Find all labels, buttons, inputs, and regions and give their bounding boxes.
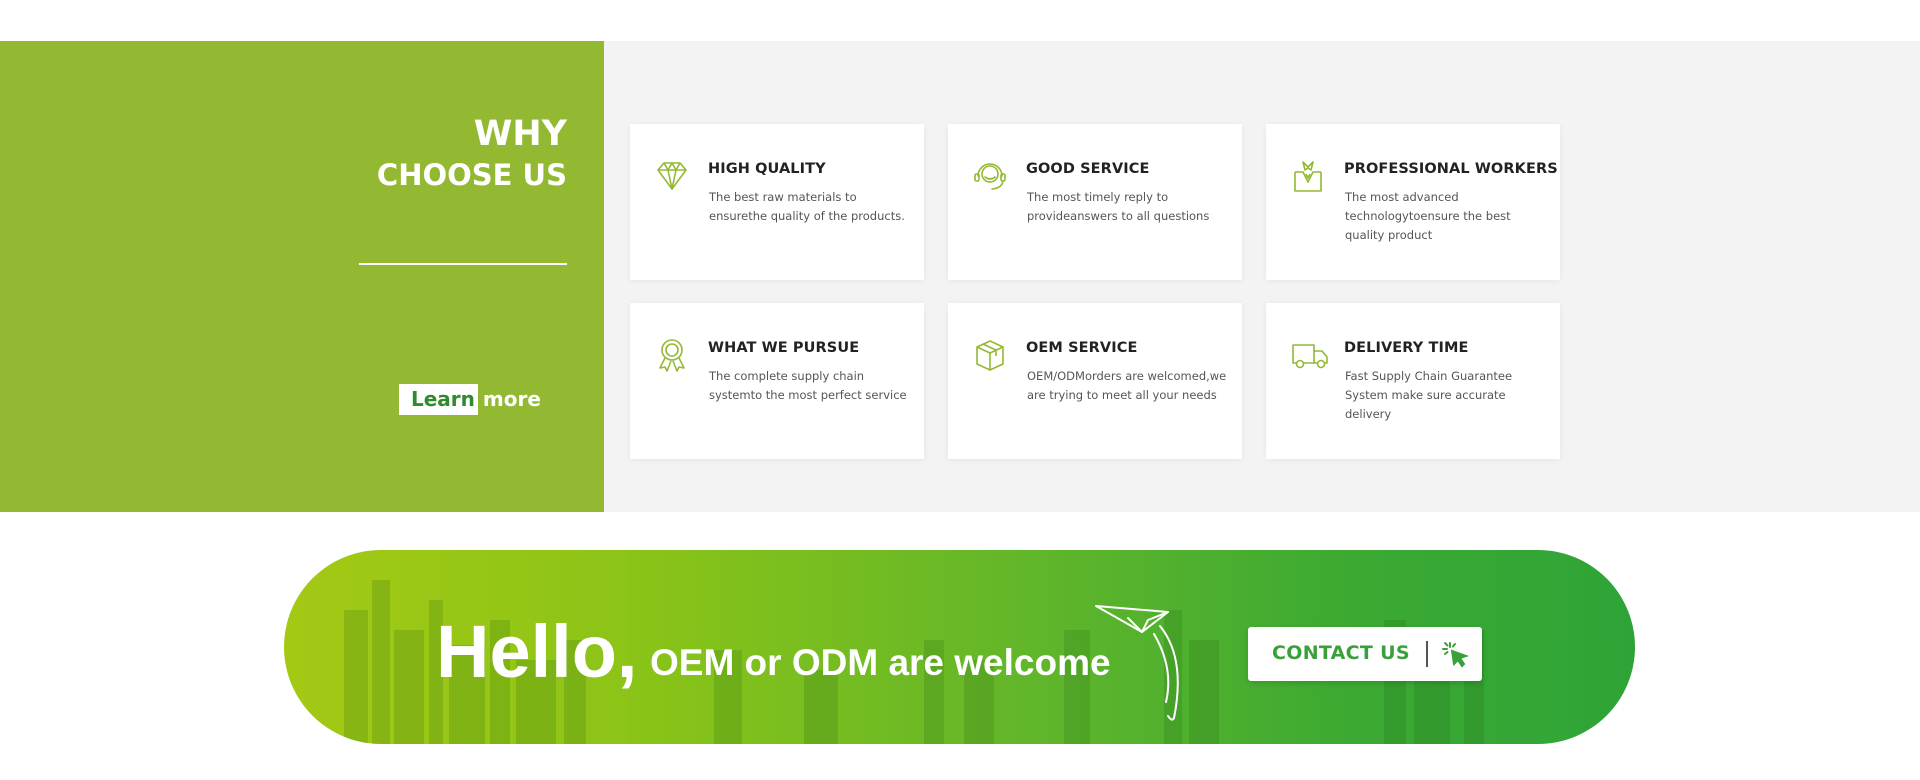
learn-more-link[interactable]: Learn more (399, 384, 541, 415)
card-title: DELIVERY TIME (1344, 340, 1469, 356)
card-description: The most advanced technologytoensure the… (1345, 190, 1511, 242)
feature-card-good-service: GOOD SERVICE The most timely reply to pr… (948, 124, 1242, 280)
card-description: The most timely reply to provideanswers … (1027, 190, 1210, 223)
box-icon (972, 337, 1008, 373)
card-title: WHAT WE PURSUE (708, 340, 860, 356)
why-panel: WHY CHOOSE US Learn more (0, 41, 604, 512)
learn-more-label-learn[interactable]: Learn (399, 384, 478, 415)
banner-hello: Hello, (436, 610, 638, 693)
truck-icon (1290, 337, 1330, 373)
card-title: OEM SERVICE (1026, 340, 1138, 356)
card-description: The best raw materials to ensurethe qual… (709, 190, 905, 223)
feature-card-professional-workers: PROFESSIONAL WORKERS The most advanced t… (1266, 124, 1560, 280)
why-title: WHY CHOOSE US (377, 113, 567, 195)
card-description: The complete supply chain systemto the m… (709, 369, 907, 402)
card-title: GOOD SERVICE (1026, 161, 1150, 177)
contact-banner: Hello, OEM or ODM are welcome CONTACT US (284, 550, 1635, 744)
contact-us-button[interactable]: CONTACT US (1248, 627, 1482, 681)
why-choose-us-section: WHY CHOOSE US Learn more HIGH QUALITY Th… (0, 41, 1920, 512)
learn-more-label-more[interactable]: more (478, 387, 541, 412)
worker-icon (1290, 158, 1326, 194)
banner-tagline: OEM or ODM are welcome (650, 642, 1111, 683)
feature-card-what-we-pursue: WHAT WE PURSUE The complete supply chain… (630, 303, 924, 459)
feature-card-delivery-time: DELIVERY TIME Fast Supply Chain Guarante… (1266, 303, 1560, 459)
why-title-line1: WHY (473, 114, 567, 154)
click-cursor-icon (1440, 639, 1470, 669)
card-description: OEM/ODMorders are welcomed,we are trying… (1027, 369, 1227, 402)
contact-us-label[interactable]: CONTACT US (1272, 642, 1410, 664)
card-description: Fast Supply Chain Guarantee System make … (1345, 369, 1513, 421)
why-title-line2: CHOOSE US (376, 158, 567, 192)
headset-icon (972, 158, 1008, 194)
feature-card-high-quality: HIGH QUALITY The best raw materials to e… (630, 124, 924, 280)
divider (359, 263, 567, 265)
feature-card-oem-service: OEM SERVICE OEM/ODMorders are welcomed,w… (948, 303, 1242, 459)
diamond-icon (654, 158, 690, 194)
button-separator (1426, 641, 1428, 667)
card-title: PROFESSIONAL WORKERS (1344, 161, 1558, 177)
medal-icon (654, 337, 690, 373)
card-title: HIGH QUALITY (708, 161, 826, 177)
paper-plane-icon (1095, 605, 1179, 721)
